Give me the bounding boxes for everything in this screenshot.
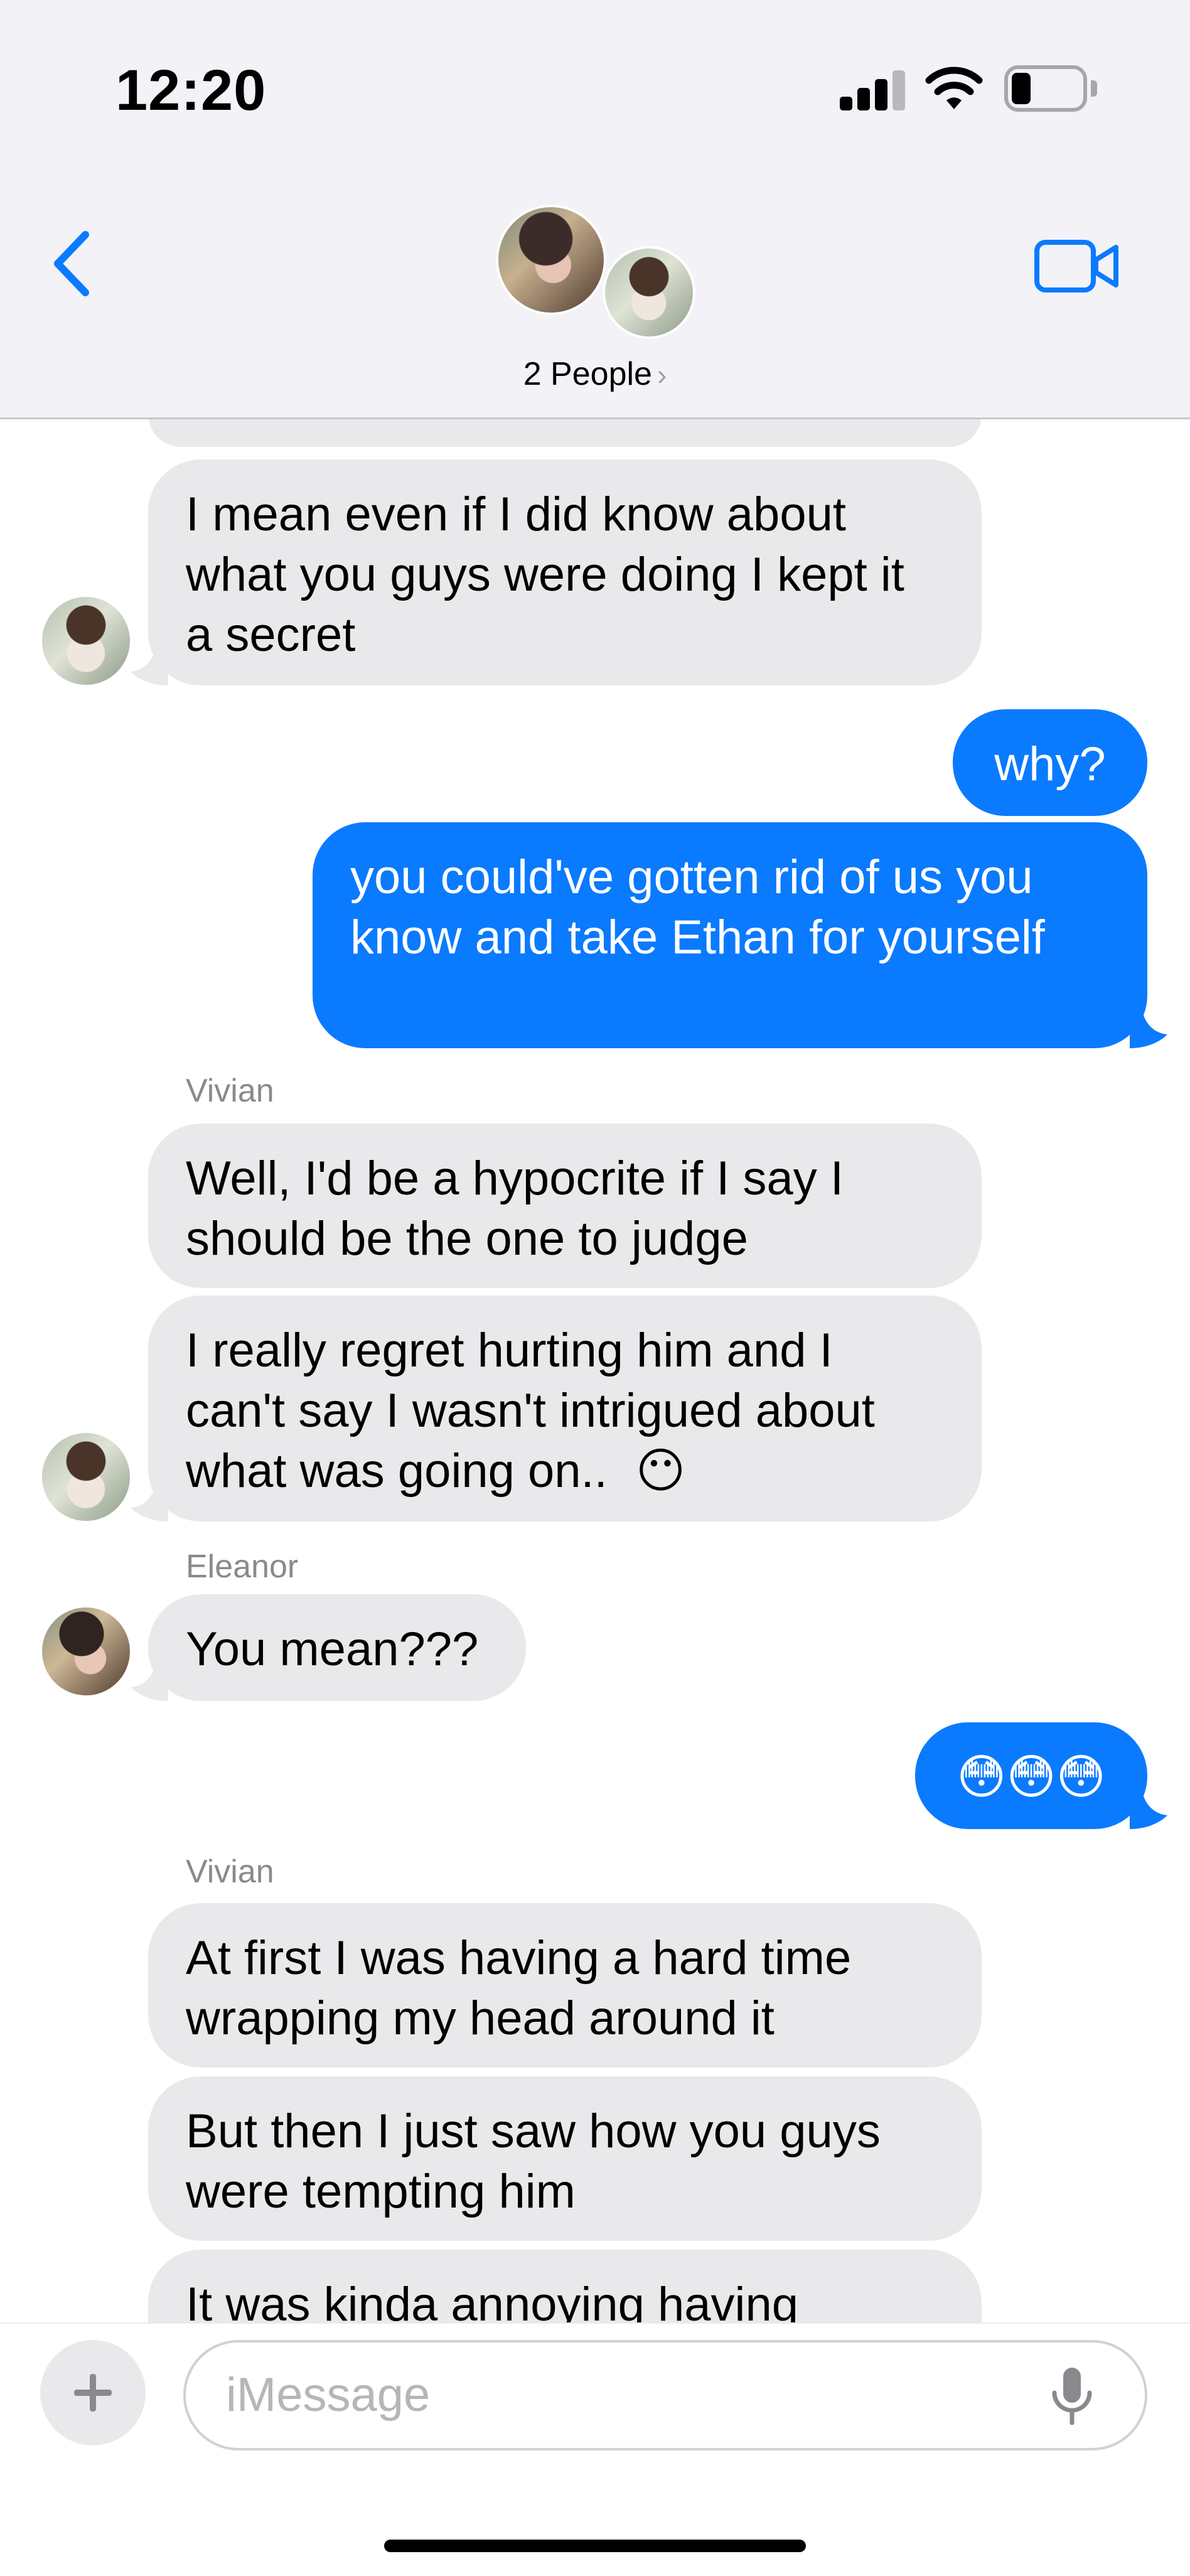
group-avatars[interactable] bbox=[496, 205, 697, 343]
message-bubble[interactable]: I really regret hurting him and I can't … bbox=[148, 1296, 982, 1521]
plus-button[interactable] bbox=[40, 2340, 146, 2445]
battery-icon bbox=[1004, 65, 1097, 112]
sender-name: Eleanor bbox=[186, 1548, 299, 1585]
message-text: At first I was having a hard time wrappi… bbox=[186, 1931, 852, 2045]
message-bubble[interactable]: But then I just saw how you guys were te… bbox=[148, 2076, 982, 2241]
bubble-tail bbox=[1130, 1791, 1167, 1829]
status-time: 12:20 bbox=[115, 58, 267, 122]
chevron-right-icon: › bbox=[657, 358, 667, 391]
conversation-header: 12:20 2 People › bbox=[0, 0, 1190, 419]
message-text: But then I just saw how you guys were te… bbox=[186, 2105, 881, 2218]
people-label: 2 People bbox=[523, 356, 652, 392]
imessage-screen: 12:20 2 People › I mean even if I did kn… bbox=[0, 0, 1190, 2576]
bubble-tail bbox=[131, 1484, 168, 1521]
message-text: why? bbox=[994, 738, 1106, 791]
people-count-button[interactable]: 2 People › bbox=[0, 355, 1190, 393]
message-bubble-sent[interactable]: why? bbox=[953, 709, 1147, 816]
back-button[interactable] bbox=[44, 226, 100, 301]
avatar-eleanor bbox=[496, 205, 606, 315]
wifi-icon bbox=[925, 67, 983, 109]
bubble-tail bbox=[131, 1663, 168, 1701]
message-text: You mean??? bbox=[186, 1623, 479, 1676]
imessage-input[interactable]: iMessage bbox=[183, 2340, 1147, 2450]
message-bubble[interactable]: Well, I'd be a hypocrite if I say I shou… bbox=[148, 1124, 982, 1288]
message-bubble[interactable]: At first I was having a hard time wrappi… bbox=[148, 1903, 982, 2068]
avatar-vivian[interactable] bbox=[40, 1431, 132, 1523]
home-indicator[interactable] bbox=[384, 2540, 806, 2552]
input-placeholder: iMessage bbox=[226, 2368, 431, 2422]
message-text: Well, I'd be a hypocrite if I say I shou… bbox=[186, 1152, 844, 1265]
message-bubble[interactable]: I mean even if I did know about what you… bbox=[148, 459, 982, 685]
message-list: I mean even if I did know about what you… bbox=[0, 419, 1190, 2322]
bubble-tail bbox=[131, 648, 168, 685]
sender-name: Vivian bbox=[186, 1073, 274, 1109]
message-text: 😳😳😳 bbox=[957, 1751, 1106, 1804]
video-camera-button[interactable] bbox=[1033, 236, 1121, 296]
avatar-eleanor[interactable] bbox=[40, 1606, 132, 1697]
message-text: I mean even if I did know about what you… bbox=[186, 488, 904, 662]
message-bubble-sent[interactable]: 😳😳😳 bbox=[915, 1722, 1147, 1829]
message-bubble-sent[interactable]: you could've gotten rid of us you know a… bbox=[313, 822, 1147, 1048]
emoji: 😶 bbox=[635, 1444, 686, 1498]
avatar-vivian[interactable] bbox=[40, 595, 132, 687]
cellular-signal-icon bbox=[840, 70, 906, 110]
message-text: I really regret hurting him and I can't … bbox=[186, 1324, 875, 1498]
bubble-tail bbox=[1130, 1011, 1167, 1048]
message-bubble-partial[interactable] bbox=[148, 419, 982, 447]
message-text: you could've gotten rid of us you know a… bbox=[350, 851, 1045, 964]
message-bubble[interactable]: You mean??? bbox=[148, 1594, 526, 1701]
sender-name: Vivian bbox=[186, 1854, 274, 1890]
avatar-vivian bbox=[603, 246, 695, 339]
microphone-icon[interactable] bbox=[1047, 2365, 1097, 2428]
message-bubble[interactable]: It was kinda annoying having bbox=[148, 2250, 982, 2322]
message-text: It was kinda annoying having bbox=[186, 2278, 798, 2322]
